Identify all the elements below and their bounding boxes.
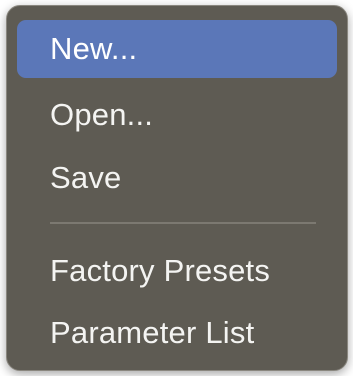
menu-separator [50,222,316,224]
menu-item-new[interactable]: New... [17,20,337,78]
menu-item-factory-presets-label: Factory Presets [50,253,271,288]
menu-item-new-label: New... [50,31,138,66]
context-menu: New... Open... Save Factory Presets Para… [6,5,348,371]
menu-item-parameter-list[interactable]: Parameter List [17,304,337,362]
menu-item-parameter-list-label: Parameter List [50,315,255,350]
menu-item-open[interactable]: Open... [17,86,337,144]
menu-item-save-label: Save [50,160,122,195]
menu-item-open-label: Open... [50,97,154,132]
menu-item-factory-presets[interactable]: Factory Presets [17,242,337,300]
menu-item-save[interactable]: Save [17,149,337,207]
